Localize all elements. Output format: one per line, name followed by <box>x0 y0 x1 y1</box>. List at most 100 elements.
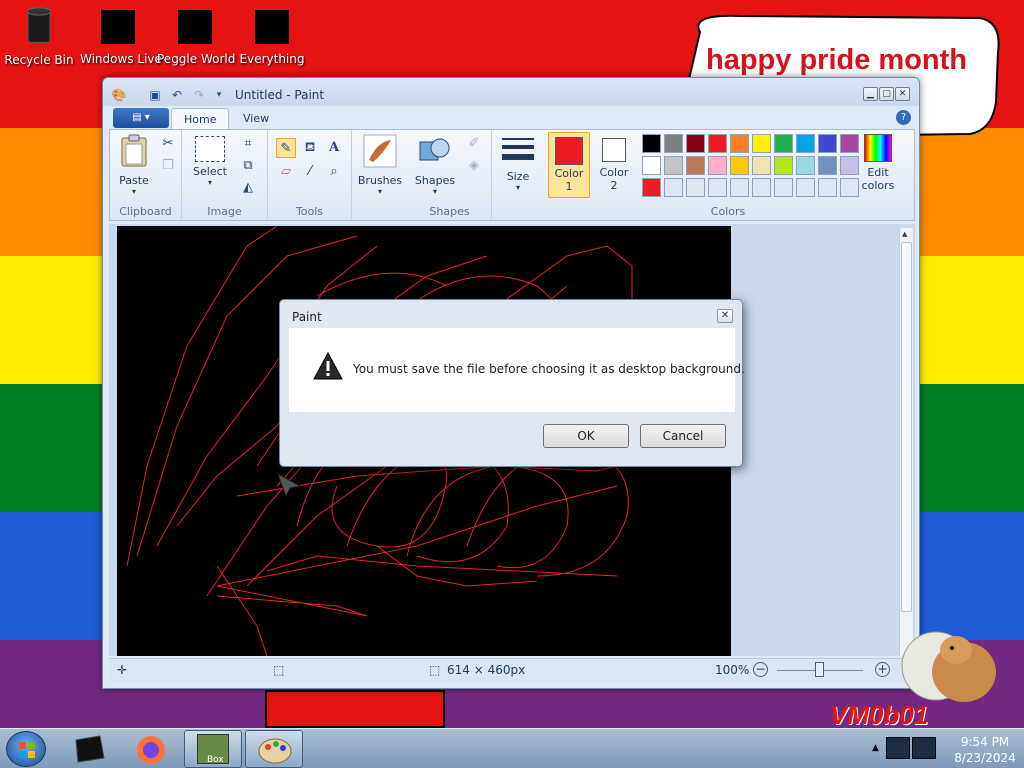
color-swatch[interactable] <box>752 156 771 175</box>
color-swatch[interactable] <box>774 156 793 175</box>
group-colors: Color 1 Color 2 Edit colors Colors <box>542 130 914 220</box>
tab-view[interactable]: View <box>231 108 281 130</box>
pencil-icon[interactable]: ✎ <box>276 138 296 158</box>
desktop-icon-peggle-world[interactable]: Peggle World <box>157 10 236 66</box>
eraser-icon[interactable]: ▱ <box>276 162 296 182</box>
vertical-scrollbar[interactable]: ▲ <box>899 228 913 656</box>
size-button[interactable]: Size ▾ <box>498 136 538 192</box>
network-tray-icon[interactable] <box>912 737 936 759</box>
color-swatch[interactable] <box>774 178 793 197</box>
color-swatch[interactable] <box>642 156 661 175</box>
rotate-icon[interactable]: ◭ <box>238 178 258 198</box>
color-swatch[interactable] <box>752 134 771 153</box>
color-swatch[interactable] <box>796 156 815 175</box>
color-swatch[interactable] <box>818 178 837 197</box>
color-swatch[interactable] <box>664 178 683 197</box>
paste-icon <box>121 134 147 167</box>
color-swatch[interactable] <box>642 178 661 197</box>
group-brushes: Brushes ▾ <box>352 130 408 220</box>
select-button[interactable]: Select ▾ <box>190 136 230 187</box>
color-swatch[interactable] <box>774 134 793 153</box>
clock-date[interactable]: 8/23/2024 <box>950 751 1020 765</box>
chevron-down-icon: ▾ <box>207 178 212 187</box>
zoom-out-icon[interactable]: − <box>753 662 768 677</box>
cut-icon[interactable]: ✂ <box>158 134 178 154</box>
edit-colors-label-2: colors <box>861 179 895 192</box>
monitor-tray-icon[interactable] <box>886 737 910 759</box>
minimize-button[interactable]: ▁ <box>863 87 878 101</box>
speech-bubble-text: happy pride month <box>706 44 967 76</box>
color-swatch[interactable] <box>752 178 771 197</box>
zoom-level-text: 100% <box>715 663 750 677</box>
color-swatch[interactable] <box>664 134 683 153</box>
message-dialog: Paint ✕ You must save the file before ch… <box>279 299 745 467</box>
outline-icon[interactable]: ✐ <box>464 134 484 154</box>
scrollbar-thumb[interactable] <box>901 242 912 612</box>
tab-home[interactable]: Home <box>171 108 230 130</box>
fill-icon[interactable]: ⛾ <box>300 138 320 158</box>
color-swatch[interactable] <box>796 134 815 153</box>
scroll-up-icon[interactable]: ▲ <box>902 230 907 238</box>
taskbar-app-black-box[interactable] <box>60 730 118 768</box>
color-picker-icon[interactable]: ⁄ <box>300 162 320 182</box>
dialog-body: You must save the file before choosing i… <box>289 328 745 412</box>
color-swatch[interactable] <box>642 134 661 153</box>
clock-time[interactable]: 9:54 PM <box>950 735 1020 749</box>
resize-icon[interactable]: ⧉ <box>238 156 258 176</box>
desktop-icon-recycle-bin[interactable]: Recycle Bin <box>1 6 77 67</box>
color-swatch[interactable] <box>708 134 727 153</box>
save-icon[interactable]: ▣ <box>147 87 163 103</box>
paint-menu-button[interactable]: ▤ ▾ <box>113 108 169 128</box>
taskbar-app-box[interactable]: Box <box>184 730 242 768</box>
zoom-in-icon[interactable]: + <box>875 662 890 677</box>
ok-button[interactable]: OK <box>543 424 629 448</box>
redo-icon[interactable]: ↷ <box>191 87 207 103</box>
color-swatch[interactable] <box>818 134 837 153</box>
color-swatch[interactable] <box>730 178 749 197</box>
undo-icon[interactable]: ↶ <box>169 87 185 103</box>
edit-colors-button[interactable]: Edit colors <box>856 132 900 192</box>
color-swatch[interactable] <box>686 134 705 153</box>
taskbar-app-firefox[interactable] <box>122 730 180 768</box>
color2-button[interactable]: Color 2 <box>594 132 634 192</box>
title-bar: 🎨 ▣ ↶ ↷ ▾ Untitled - Paint ▁ ▢ ✕ <box>103 78 919 106</box>
color1-button[interactable]: Color 1 <box>548 132 590 198</box>
show-hidden-icons-icon[interactable]: ▲ <box>872 743 879 753</box>
start-button[interactable] <box>6 731 46 767</box>
color-swatch[interactable] <box>796 178 815 197</box>
color-swatch[interactable] <box>708 178 727 197</box>
group-shapes: Shapes ▾ ✐ ◈ Shapes <box>408 130 492 220</box>
text-icon[interactable]: A <box>324 138 344 158</box>
paste-button[interactable]: Paste ▾ <box>116 134 152 196</box>
desktop-icon-everything[interactable]: Everything <box>234 10 310 66</box>
cancel-button[interactable]: Cancel <box>640 424 726 448</box>
dialog-message: You must save the file before choosing i… <box>353 362 745 376</box>
magnifier-icon[interactable]: ⌕ <box>324 162 344 182</box>
color-swatch[interactable] <box>686 178 705 197</box>
color-swatch[interactable] <box>664 156 683 175</box>
shapes-button[interactable]: Shapes ▾ <box>412 134 458 196</box>
copy-icon[interactable]: ❐ <box>158 156 178 176</box>
color-swatch[interactable] <box>708 156 727 175</box>
color-swatch[interactable] <box>686 156 705 175</box>
maximize-button[interactable]: ▢ <box>879 87 894 101</box>
brushes-button[interactable]: Brushes ▾ <box>356 134 404 196</box>
help-icon[interactable]: ? <box>896 110 911 125</box>
color-swatch[interactable] <box>730 134 749 153</box>
system-tray: ▲ 9:54 PM 8/23/2024 <box>864 729 1024 768</box>
color-swatch[interactable] <box>818 156 837 175</box>
desktop-icon-windows-live[interactable]: Windows Live <box>80 10 162 66</box>
color2-swatch <box>602 138 626 162</box>
taskbar-app-paint[interactable] <box>245 730 303 768</box>
close-button[interactable]: ✕ <box>895 87 910 101</box>
crop-icon[interactable]: ⌗ <box>238 134 258 154</box>
desktop-icon-label: Peggle World <box>157 52 236 66</box>
fill-shape-icon[interactable]: ◈ <box>464 156 484 176</box>
box-app-label: Box <box>207 755 224 765</box>
quick-access-dropdown-icon[interactable]: ▾ <box>211 87 227 103</box>
color-swatch[interactable] <box>730 156 749 175</box>
group-size: Size ▾ <box>492 130 542 220</box>
dialog-close-button[interactable]: ✕ <box>717 309 733 323</box>
size-label: Size <box>506 170 530 183</box>
zoom-slider-thumb[interactable] <box>815 662 824 677</box>
